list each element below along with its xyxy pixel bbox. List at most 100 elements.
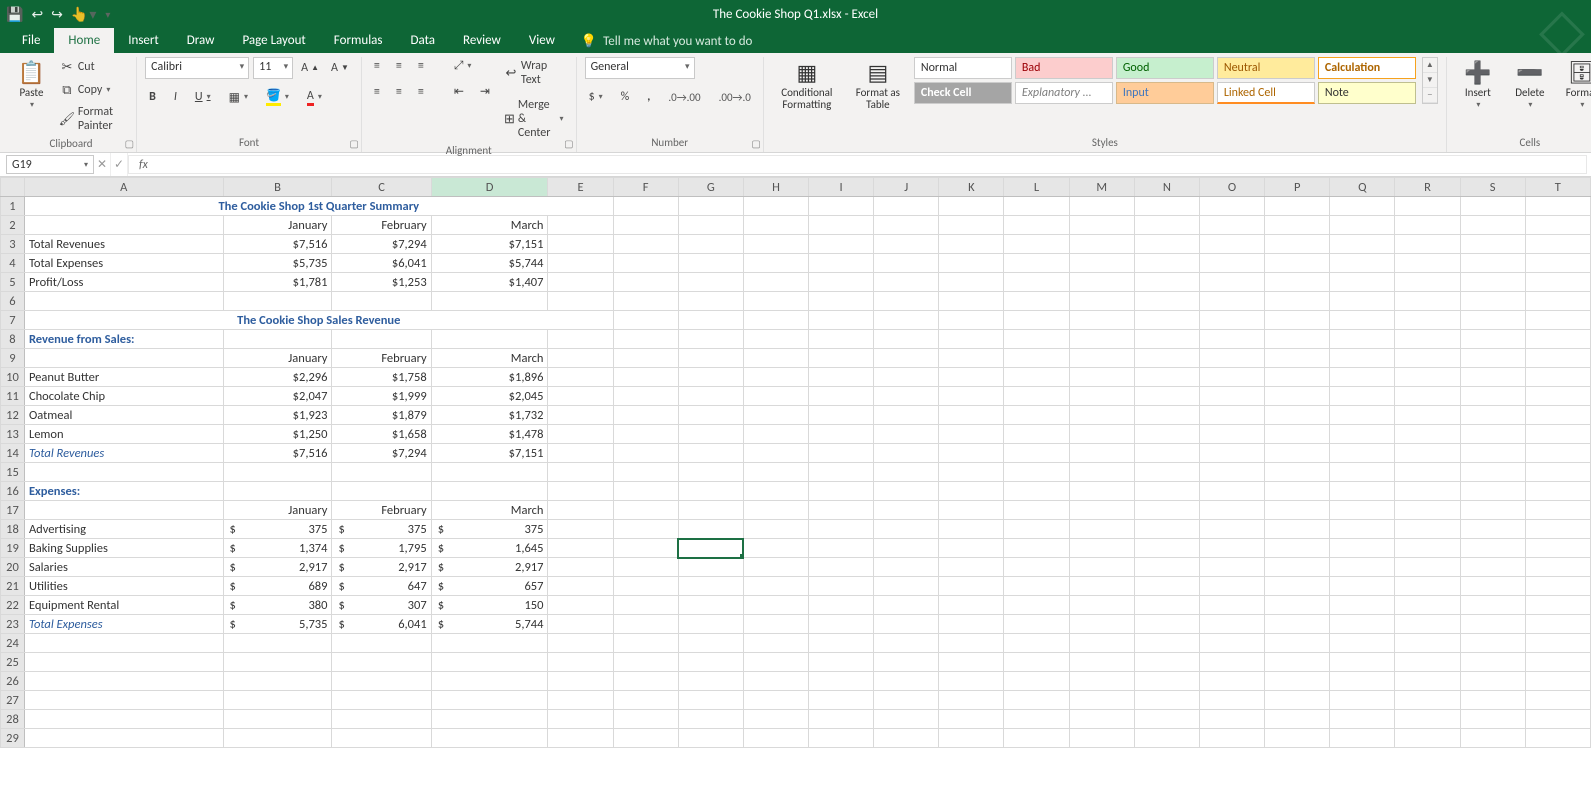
cell-D21[interactable]: $657 <box>431 577 548 596</box>
cell-J7[interactable] <box>874 311 939 330</box>
style-note[interactable]: Note <box>1318 82 1416 104</box>
cell-S14[interactable] <box>1460 444 1525 463</box>
cell-M28[interactable] <box>1069 710 1134 729</box>
cell-H29[interactable] <box>743 729 808 748</box>
cell-J1[interactable] <box>874 197 939 216</box>
cell-K3[interactable] <box>939 235 1004 254</box>
cell-I18[interactable] <box>809 520 874 539</box>
cell-C3[interactable]: $7,294 <box>332 235 431 254</box>
cell-L2[interactable] <box>1004 216 1069 235</box>
row-header-15[interactable]: 15 <box>1 463 25 482</box>
font-launcher-icon[interactable]: ▢ <box>349 137 358 150</box>
name-box[interactable]: G19▾ <box>6 155 94 174</box>
col-header-J[interactable]: J <box>874 178 939 197</box>
cell-O13[interactable] <box>1199 425 1264 444</box>
cell-M27[interactable] <box>1069 691 1134 710</box>
cell-K24[interactable] <box>939 634 1004 653</box>
cell-Q29[interactable] <box>1330 729 1395 748</box>
col-header-P[interactable]: P <box>1265 178 1330 197</box>
cell-K19[interactable] <box>939 539 1004 558</box>
cell-B24[interactable] <box>223 634 332 653</box>
cell-J21[interactable] <box>874 577 939 596</box>
cell-L25[interactable] <box>1004 653 1069 672</box>
cell-H12[interactable] <box>743 406 808 425</box>
cell-L20[interactable] <box>1004 558 1069 577</box>
number-launcher-icon[interactable]: ▢ <box>751 137 760 150</box>
tab-home[interactable]: Home <box>54 28 114 53</box>
cell-O18[interactable] <box>1199 520 1264 539</box>
cell-H6[interactable] <box>743 292 808 311</box>
cell-R16[interactable] <box>1395 482 1460 501</box>
cell-I19[interactable] <box>809 539 874 558</box>
cell-T6[interactable] <box>1525 292 1590 311</box>
cell-F17[interactable] <box>613 501 678 520</box>
cell-L6[interactable] <box>1004 292 1069 311</box>
cell-N22[interactable] <box>1134 596 1199 615</box>
cell-R18[interactable] <box>1395 520 1460 539</box>
cell-L26[interactable] <box>1004 672 1069 691</box>
cell-N3[interactable] <box>1134 235 1199 254</box>
namebox-dropdown-icon[interactable]: ▾ <box>84 160 88 170</box>
cell-I15[interactable] <box>809 463 874 482</box>
cell-J17[interactable] <box>874 501 939 520</box>
borders-button[interactable]: ▦▾ <box>225 88 252 107</box>
cell-B10[interactable]: $2,296 <box>223 368 332 387</box>
bold-button[interactable]: B <box>145 88 160 106</box>
cell-T14[interactable] <box>1525 444 1590 463</box>
cell-S26[interactable] <box>1460 672 1525 691</box>
decrease-indent-button[interactable]: ⇤ <box>450 82 468 101</box>
row-header-17[interactable]: 17 <box>1 501 25 520</box>
format-painter-button[interactable]: 🖌Format Painter <box>55 103 128 135</box>
cell-M9[interactable] <box>1069 349 1134 368</box>
cell-E22[interactable] <box>548 596 613 615</box>
row-header-6[interactable]: 6 <box>1 292 25 311</box>
cell-R19[interactable] <box>1395 539 1460 558</box>
cell-I1[interactable] <box>809 197 874 216</box>
cell-O25[interactable] <box>1199 653 1264 672</box>
cell-J19[interactable] <box>874 539 939 558</box>
cell-P10[interactable] <box>1265 368 1330 387</box>
row-header-22[interactable]: 22 <box>1 596 25 615</box>
cell-Q2[interactable] <box>1330 216 1395 235</box>
cell-O7[interactable] <box>1199 311 1264 330</box>
cell-K22[interactable] <box>939 596 1004 615</box>
cell-B28[interactable] <box>223 710 332 729</box>
cell-M3[interactable] <box>1069 235 1134 254</box>
cell-S13[interactable] <box>1460 425 1525 444</box>
cell-R29[interactable] <box>1395 729 1460 748</box>
cell-Q7[interactable] <box>1330 311 1395 330</box>
cell-G3[interactable] <box>678 235 743 254</box>
cell-K15[interactable] <box>939 463 1004 482</box>
cell-E8[interactable] <box>548 330 613 349</box>
col-header-R[interactable]: R <box>1395 178 1460 197</box>
font-name-select[interactable]: Calibri <box>145 57 249 79</box>
cell-L24[interactable] <box>1004 634 1069 653</box>
row-header-7[interactable]: 7 <box>1 311 25 330</box>
cell-F22[interactable] <box>613 596 678 615</box>
cell-Q6[interactable] <box>1330 292 1395 311</box>
cell-M5[interactable] <box>1069 273 1134 292</box>
col-header-C[interactable]: C <box>332 178 431 197</box>
cell-I23[interactable] <box>809 615 874 634</box>
align-middle-button[interactable]: ≡ <box>392 57 406 75</box>
row-header-2[interactable]: 2 <box>1 216 25 235</box>
cell-R8[interactable] <box>1395 330 1460 349</box>
cell-P6[interactable] <box>1265 292 1330 311</box>
cell-J25[interactable] <box>874 653 939 672</box>
cell-B3[interactable]: $7,516 <box>223 235 332 254</box>
cell-G14[interactable] <box>678 444 743 463</box>
cell-J29[interactable] <box>874 729 939 748</box>
col-header-A[interactable]: A <box>24 178 223 197</box>
format-cells-button[interactable]: 🗄Format▾ <box>1559 57 1591 114</box>
cell-G16[interactable] <box>678 482 743 501</box>
cell-A21[interactable]: Utilities <box>24 577 223 596</box>
cell-C18[interactable]: $375 <box>332 520 431 539</box>
cell-C11[interactable]: $1,999 <box>332 387 431 406</box>
cell-J6[interactable] <box>874 292 939 311</box>
cell-M16[interactable] <box>1069 482 1134 501</box>
cell-O22[interactable] <box>1199 596 1264 615</box>
style-input[interactable]: Input <box>1116 82 1214 104</box>
cell-I9[interactable] <box>809 349 874 368</box>
cell-A9[interactable] <box>24 349 223 368</box>
cell-B8[interactable] <box>223 330 332 349</box>
